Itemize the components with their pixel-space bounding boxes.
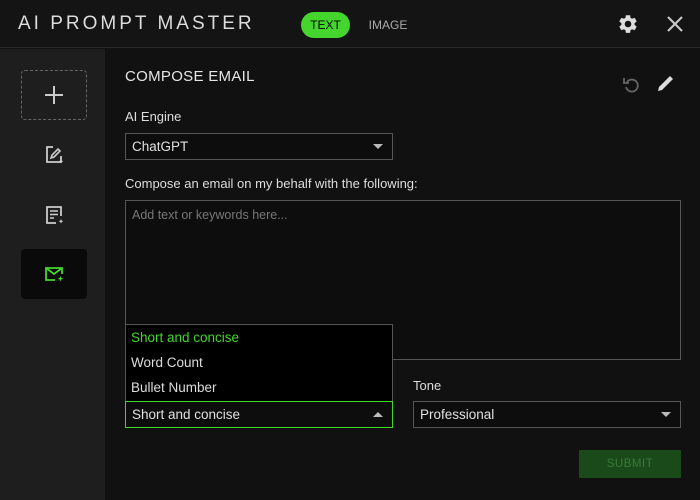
main-panel: COMPOSE EMAIL AI Engine ChatGPT Compose … — [105, 49, 700, 500]
email-compose-icon — [45, 267, 64, 282]
length-select[interactable]: Short and concise — [125, 401, 393, 428]
page-title: COMPOSE EMAIL — [125, 68, 255, 85]
sidebar-item-compose-email[interactable] — [21, 249, 87, 299]
app-title: AI PROMPT MASTER — [18, 13, 255, 34]
length-option-bullet-number[interactable]: Bullet Number — [126, 375, 392, 400]
tab-text[interactable]: TEXT — [301, 12, 350, 38]
image-edit-icon — [46, 146, 64, 164]
tab-image[interactable]: IMAGE — [362, 12, 414, 38]
length-dropdown-menu: Short and concise Word Count Bullet Numb… — [125, 324, 393, 401]
tone-label: Tone — [413, 378, 442, 393]
sidebar-item-image-edit[interactable] — [21, 130, 87, 180]
sidebar — [0, 49, 105, 500]
tone-value: Professional — [420, 407, 495, 422]
tone-select[interactable]: Professional — [413, 401, 681, 428]
plus-icon — [45, 86, 63, 104]
title-bar: AI PROMPT MASTER TEXT IMAGE — [0, 0, 700, 48]
ai-engine-value: ChatGPT — [132, 139, 189, 154]
chevron-up-icon — [373, 412, 383, 417]
edit-icon[interactable] — [656, 73, 676, 93]
document-edit-icon — [46, 206, 64, 224]
gear-icon[interactable] — [617, 13, 639, 35]
ai-engine-label: AI Engine — [125, 109, 182, 124]
chevron-down-icon — [661, 412, 671, 417]
length-option-word-count[interactable]: Word Count — [126, 350, 392, 375]
sidebar-item-document[interactable] — [21, 190, 87, 240]
undo-icon[interactable] — [622, 75, 642, 95]
compose-label: Compose an email on my behalf with the f… — [125, 176, 418, 191]
length-value: Short and concise — [132, 407, 241, 422]
close-icon[interactable] — [664, 13, 686, 35]
submit-button[interactable]: SUBMIT — [579, 450, 681, 478]
sidebar-item-add[interactable] — [21, 70, 87, 120]
chevron-down-icon — [373, 144, 383, 149]
ai-engine-select[interactable]: ChatGPT — [125, 133, 393, 160]
compose-placeholder: Add text or keywords here... — [132, 208, 288, 222]
length-option-short[interactable]: Short and concise — [126, 325, 392, 350]
